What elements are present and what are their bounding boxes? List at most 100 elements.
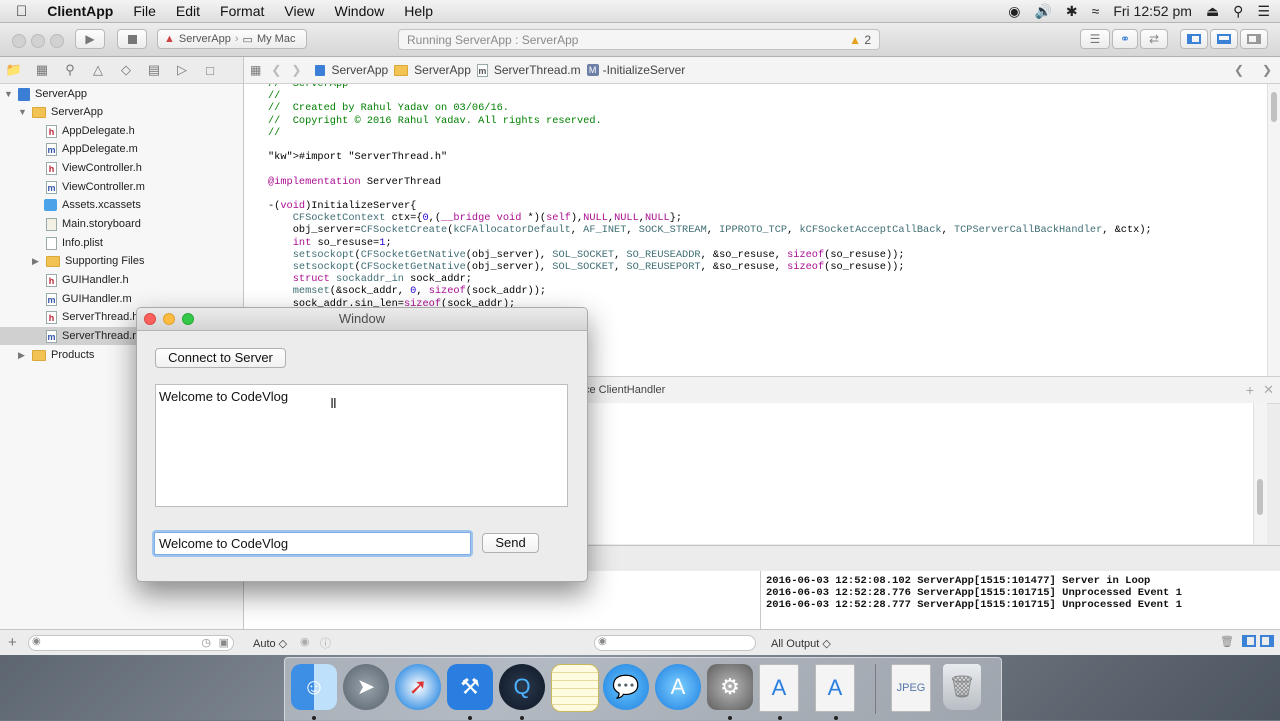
menu-view[interactable]: View xyxy=(274,3,324,19)
scroll-thumb[interactable] xyxy=(1257,479,1263,515)
notes-icon[interactable] xyxy=(551,664,599,712)
close-button-inactive[interactable] xyxy=(12,34,26,48)
back-arrow-icon[interactable]: ❮ xyxy=(271,63,281,77)
app-document-icon[interactable]: A xyxy=(815,664,855,712)
tree-item-file[interactable]: m GUIHandler.m xyxy=(0,290,243,308)
tree-item-group[interactable]: ▶ Supporting Files xyxy=(0,252,243,270)
quicktime-icon[interactable]: Q xyxy=(499,664,545,710)
disclosure-open-icon[interactable]: ▼ xyxy=(18,107,32,117)
tree-item-file[interactable]: Assets.xcassets xyxy=(0,196,243,214)
issue-navigator-icon[interactable]: △ xyxy=(84,62,112,78)
assistant-label[interactable]: ce ClientHandler xyxy=(584,384,665,396)
menu-help[interactable]: Help xyxy=(394,3,443,19)
zoom-button[interactable] xyxy=(182,313,194,325)
bluetooth-icon[interactable]: ✱ xyxy=(1066,3,1078,20)
menu-file[interactable]: File xyxy=(123,3,166,19)
notification-center-icon[interactable]: ☰ xyxy=(1257,3,1270,20)
jpeg-document-icon[interactable]: JPEG xyxy=(891,664,931,712)
close-button[interactable] xyxy=(144,313,156,325)
issue-forward-icon[interactable]: ❯ xyxy=(1262,63,1272,77)
tree-item-file[interactable]: Info.plist xyxy=(0,234,243,252)
close-editor-icon[interactable]: ✕ xyxy=(1263,382,1274,398)
stop-button[interactable] xyxy=(117,29,147,49)
warning-badge[interactable]: ▲ 2 xyxy=(849,33,871,47)
version-editor-button[interactable]: ⇄ xyxy=(1140,29,1168,49)
tree-item-group[interactable]: ▼ ServerApp xyxy=(0,103,243,121)
wifi-icon[interactable]: ≈ xyxy=(1092,3,1100,19)
jumpbar-crumb-group[interactable]: ServerApp xyxy=(394,63,471,77)
disclosure-closed-icon[interactable]: ▶ xyxy=(18,350,32,361)
tree-item-file[interactable]: h AppDelegate.h xyxy=(0,122,243,140)
tree-item-file[interactable]: h GUIHandler.h xyxy=(0,271,243,289)
apple-icon[interactable]:  xyxy=(0,3,37,20)
forward-arrow-icon[interactable]: ❯ xyxy=(291,63,301,77)
trash-icon[interactable]: 🗑 xyxy=(1220,635,1234,648)
message-input-field[interactable]: Welcome to CodeVlog xyxy=(154,532,471,555)
report-navigator-icon[interactable]: □ xyxy=(196,63,224,78)
test-navigator-icon[interactable]: ◇ xyxy=(112,62,140,78)
assistant-editor-button[interactable]: ⚭ xyxy=(1112,29,1138,49)
message-text-view[interactable]: Welcome to CodeVlog Ⅱ xyxy=(155,384,568,507)
toggle-navigator-button[interactable] xyxy=(1180,29,1208,49)
jumpbar-crumb-method[interactable]: M -InitializeServer xyxy=(586,63,685,77)
tree-item-file[interactable]: Main.storyboard xyxy=(0,215,243,233)
disclosure-open-icon[interactable]: ▼ xyxy=(4,89,18,99)
tree-item-file[interactable]: m ViewController.m xyxy=(0,178,243,196)
standard-editor-button[interactable]: ☰ xyxy=(1080,29,1110,49)
tree-item-project[interactable]: ▼ ServerApp xyxy=(0,85,243,103)
zoom-button-inactive[interactable] xyxy=(50,34,64,48)
info-icon[interactable]: ⓘ xyxy=(320,635,331,651)
navigator-filter-field[interactable]: ◉ ◷ ▣ xyxy=(28,635,234,651)
show-console-icon[interactable] xyxy=(1260,635,1274,647)
related-items-icon[interactable]: ▦ xyxy=(250,63,261,77)
menu-window[interactable]: Window xyxy=(324,3,394,19)
volume-icon[interactable]: 🔊 xyxy=(1034,3,1051,20)
window-titlebar[interactable]: Window xyxy=(137,308,587,331)
symbol-navigator-icon[interactable]: ▦ xyxy=(28,62,56,78)
toggle-utilities-button[interactable] xyxy=(1240,29,1268,49)
add-editor-icon[interactable]: + xyxy=(1246,382,1254,398)
assistant-scrollbar[interactable] xyxy=(1253,403,1267,544)
project-navigator-icon[interactable]: 📁 xyxy=(0,62,28,78)
record-icon[interactable]: ◉ xyxy=(1008,3,1020,20)
launchpad-icon[interactable]: ➤ xyxy=(343,664,389,710)
scm-filter-icon[interactable]: ▣ xyxy=(219,636,229,649)
editor-scrollbar[interactable] xyxy=(1267,84,1280,376)
connect-to-server-button[interactable]: Connect to Server xyxy=(155,348,286,368)
jumpbar-crumb-project[interactable]: ServerApp xyxy=(315,63,388,77)
menu-format[interactable]: Format xyxy=(210,3,274,19)
source-code[interactable]: // ServerApp // // Created by Rahul Yada… xyxy=(268,84,1152,310)
variables-filter-field[interactable]: ◉ xyxy=(594,635,756,651)
menubar-clock[interactable]: Fri 12:52 pm xyxy=(1113,3,1192,19)
scroll-thumb[interactable] xyxy=(1271,92,1277,122)
minimize-button-inactive[interactable] xyxy=(31,34,45,48)
tree-item-file[interactable]: h ViewController.h xyxy=(0,159,243,177)
app-document-icon[interactable]: A xyxy=(759,664,799,712)
send-button[interactable]: Send xyxy=(482,533,539,553)
eye-icon[interactable]: ◉ xyxy=(300,635,310,648)
scheme-selector[interactable]: ▲ ServerApp › ▭ My Mac xyxy=(157,29,307,49)
trash-icon[interactable]: 🗑 xyxy=(943,664,981,710)
eject-icon[interactable]: ⏏ xyxy=(1206,3,1219,20)
jumpbar-crumb-file[interactable]: m ServerThread.m xyxy=(476,63,581,77)
breakpoint-navigator-icon[interactable]: ▷ xyxy=(168,62,196,78)
auto-variables-popup[interactable]: Auto ◇ xyxy=(253,637,287,650)
tree-item-file[interactable]: m AppDelegate.m xyxy=(0,140,243,158)
toggle-debug-button[interactable] xyxy=(1210,29,1238,49)
debug-navigator-icon[interactable]: ▤ xyxy=(140,62,168,78)
appstore-icon[interactable]: A xyxy=(655,664,701,710)
issue-back-icon[interactable]: ❮ xyxy=(1234,63,1244,77)
minimize-button[interactable] xyxy=(163,313,175,325)
run-button[interactable]: ▶ xyxy=(75,29,105,49)
show-variables-icon[interactable] xyxy=(1242,635,1256,647)
recent-files-icon[interactable]: ◷ xyxy=(201,636,211,649)
messages-icon[interactable]: 💬 xyxy=(603,664,649,710)
systemprefs-icon[interactable]: ⚙ xyxy=(707,664,753,710)
menu-edit[interactable]: Edit xyxy=(166,3,210,19)
add-file-icon[interactable]: + xyxy=(8,634,17,651)
spotlight-icon[interactable]: ⚲ xyxy=(1233,3,1243,20)
finder-icon[interactable]: ☺ xyxy=(291,664,337,710)
console-output-popup[interactable]: All Output ◇ xyxy=(771,637,831,650)
find-navigator-icon[interactable]: ⚲ xyxy=(56,62,84,78)
disclosure-closed-icon[interactable]: ▶ xyxy=(32,256,46,267)
